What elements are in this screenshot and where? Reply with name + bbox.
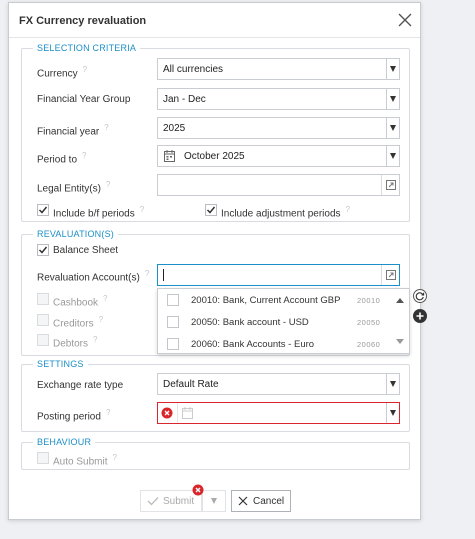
include-bf-label: Include b/f periods? (53, 205, 145, 220)
help-icon: ? (93, 335, 98, 344)
posting-period-label: Posting period? (37, 408, 111, 423)
scroll-up-icon (396, 298, 404, 303)
fx-revaluation-dialog: FX Currency revaluation SELECTION CRITER… (8, 2, 427, 520)
checkmark-icon (206, 206, 216, 214)
help-icon: ? (112, 453, 117, 462)
dropdown-option[interactable]: 20060: Bank Accounts - Euro 20060 (158, 333, 390, 355)
help-icon: ? (345, 205, 350, 214)
dialog-title: FX Currency revaluation (19, 15, 147, 27)
revaluation-accounts-input[interactable] (157, 264, 400, 286)
creditors-checkbox[interactable] (37, 314, 49, 326)
balance-sheet-label: Balance Sheet (53, 245, 119, 256)
chevron-down-icon (211, 498, 217, 504)
help-icon: ? (104, 123, 109, 132)
debtors-checkbox[interactable] (37, 334, 49, 346)
dropdown-option[interactable]: 20010: Bank, Current Account GBP 20010 (158, 289, 390, 311)
chevron-down-icon[interactable] (386, 118, 399, 138)
option-checkbox[interactable] (167, 338, 179, 350)
exchange-rate-type-value: Default Rate (163, 379, 219, 390)
selection-criteria-legend: SELECTION CRITERIA (33, 43, 141, 53)
cancel-label: Cancel (253, 495, 285, 507)
chevron-down-icon[interactable] (386, 403, 399, 423)
scroll-down-icon (396, 339, 404, 344)
help-icon: ? (105, 180, 111, 189)
revaluations-legend: REVALUATION(S) (33, 229, 118, 239)
option-checkbox[interactable] (167, 294, 179, 306)
financial-year-select[interactable]: 2025 (157, 117, 400, 139)
checkmark-icon (38, 206, 48, 214)
include-adjustment-checkbox[interactable] (205, 204, 217, 216)
submit-label: Submit (163, 495, 195, 507)
fy-group-select[interactable]: Jan - Dec (157, 88, 400, 110)
error-icon (192, 484, 204, 499)
cancel-button[interactable]: Cancel (231, 490, 291, 512)
exchange-rate-type-label: Exchange rate type (37, 380, 124, 391)
currency-select[interactable]: All currencies (157, 58, 400, 80)
calendar-icon[interactable] (164, 150, 175, 165)
exchange-rate-type-select[interactable]: Default Rate (157, 373, 400, 395)
option-label: 20010: Bank, Current Account GBP (191, 295, 341, 306)
lookup-icon[interactable] (381, 265, 399, 285)
fy-group-label: Financial Year Group (37, 94, 131, 105)
help-icon: ? (98, 315, 104, 324)
error-icon (161, 407, 173, 422)
chevron-down-icon[interactable] (386, 146, 399, 166)
dropdown-scrollbar[interactable] (391, 289, 409, 353)
checkmark-icon (147, 497, 159, 506)
help-icon: ? (103, 294, 108, 303)
option-code: 20050 (357, 318, 381, 327)
period-to-value: October 2025 (184, 151, 245, 162)
legal-entity-input[interactable] (157, 174, 400, 196)
refresh-icon[interactable] (413, 289, 427, 303)
auto-submit-label: Auto Submit? (53, 453, 117, 468)
settings-legend: SETTINGS (33, 359, 88, 369)
balance-sheet-checkbox[interactable] (37, 244, 49, 256)
financial-year-label: Financial year? (37, 123, 109, 138)
chevron-down-icon[interactable] (386, 89, 399, 109)
help-icon: ? (105, 408, 111, 417)
period-to-select[interactable]: October 2025 (157, 145, 400, 167)
option-checkbox[interactable] (167, 316, 179, 328)
revaluation-accounts-dropdown: 20010: Bank, Current Account GBP 20010 2… (157, 288, 410, 354)
cashbook-label: Cashbook? (53, 294, 108, 309)
add-icon[interactable] (413, 309, 427, 323)
help-icon: ? (82, 65, 88, 74)
option-label: 20050: Bank account - USD (191, 317, 309, 328)
period-to-label: Period to? (37, 151, 87, 166)
close-icon[interactable] (397, 12, 413, 28)
cashbook-checkbox[interactable] (37, 293, 49, 305)
posting-period-select[interactable] (157, 402, 400, 424)
help-icon: ? (139, 205, 145, 214)
checkmark-icon (38, 246, 48, 254)
close-icon (238, 496, 248, 506)
help-icon: ? (82, 151, 87, 160)
include-bf-checkbox[interactable] (37, 204, 49, 216)
chevron-down-icon[interactable] (386, 374, 399, 394)
include-adjustment-label: Include adjustment periods? (221, 205, 350, 220)
lookup-icon[interactable] (381, 175, 399, 195)
chevron-down-icon[interactable] (386, 59, 399, 79)
calendar-icon[interactable] (182, 407, 193, 422)
fy-group-value: Jan - Dec (163, 94, 206, 105)
option-label: 20060: Bank Accounts - Euro (191, 339, 315, 350)
title-divider (9, 37, 420, 38)
option-code: 20060 (357, 340, 381, 349)
dropdown-option[interactable]: 20050: Bank account - USD 20050 (158, 311, 390, 333)
financial-year-value: 2025 (163, 123, 186, 134)
auto-submit-checkbox[interactable] (37, 452, 49, 464)
legal-entity-label: Legal Entity(s)? (37, 180, 111, 195)
revaluation-accounts-label: Revaluation Account(s)? (37, 269, 150, 284)
creditors-label: Creditors? (53, 315, 104, 330)
submit-options-button[interactable] (202, 490, 226, 512)
currency-value: All currencies (163, 64, 224, 75)
behaviour-legend: BEHAVIOUR (33, 437, 96, 447)
text-cursor (163, 269, 164, 281)
debtors-label: Debtors? (53, 335, 98, 350)
currency-label: Currency? (37, 65, 88, 80)
help-icon: ? (144, 269, 150, 278)
option-code: 20010 (357, 296, 381, 305)
